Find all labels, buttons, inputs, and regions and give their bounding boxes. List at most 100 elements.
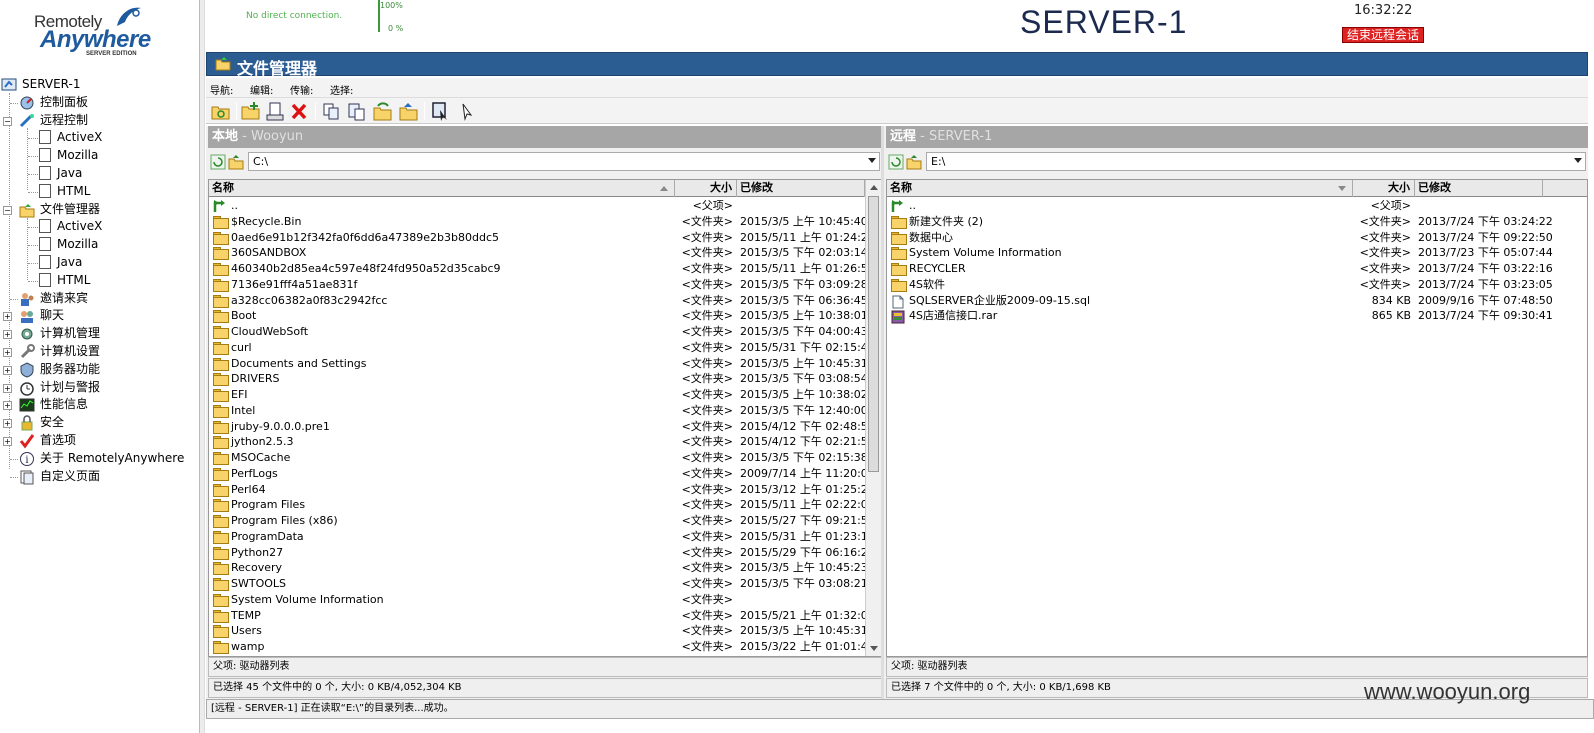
table-row[interactable]: 4S软件 <文件夹> 2013/7/24 下午 03:23:05	[887, 277, 1587, 293]
column-header-modified[interactable]: 已修改	[737, 180, 865, 197]
menu-transfer[interactable]: 传输:	[290, 82, 313, 97]
tree-item-about[interactable]: i 关于 RemotelyAnywhere	[0, 450, 200, 468]
table-row[interactable]: jython2.5.3 <文件夹> 2015/4/12 下午 02:21:55	[209, 434, 881, 450]
table-row[interactable]: 460340b2d85ea4c597e48f24fd950a52d35cabc9…	[209, 261, 881, 277]
table-row[interactable]: System Volume Information <文件夹>	[209, 592, 881, 608]
tree-item-file-java[interactable]: Java	[0, 254, 200, 272]
table-row[interactable]: DRIVERS <文件夹> 2015/3/5 下午 03:08:54	[209, 371, 881, 387]
tree-item-preferences[interactable]: + 首选项	[0, 432, 200, 450]
expand-toggle[interactable]: +	[3, 436, 12, 446]
tree-item-remote-html[interactable]: HTML	[0, 183, 200, 201]
table-row[interactable]: SQLSERVER企业版2009-09-15.sql 834 KB 2009/9/1…	[887, 293, 1587, 309]
table-row[interactable]: 0aed6e91b12f342fa0f6dd6a47389e2b3b80ddc5…	[209, 230, 881, 246]
table-row[interactable]: wamp <文件夹> 2015/3/22 上午 01:01:46	[209, 639, 881, 655]
table-row[interactable]: Python27 <文件夹> 2015/5/29 下午 06:16:26	[209, 545, 881, 561]
select-all-icon[interactable]	[430, 101, 452, 122]
new-folder-icon[interactable]	[240, 101, 262, 122]
table-row[interactable]: Perl64 <文件夹> 2015/3/12 上午 01:25:26	[209, 482, 881, 498]
expand-toggle[interactable]: +	[3, 419, 12, 429]
column-header-size[interactable]: 大小	[675, 180, 737, 197]
table-row[interactable]: SWTOOLS <文件夹> 2015/3/5 下午 03:08:21	[209, 576, 881, 592]
properties-icon[interactable]	[264, 101, 286, 122]
table-row[interactable]: Users <文件夹> 2015/3/5 上午 10:45:31	[209, 623, 881, 639]
table-row[interactable]: ProgramData <文件夹> 2015/5/31 上午 01:23:19	[209, 529, 881, 545]
tree-item-control-panel[interactable]: 控制面板	[0, 94, 200, 112]
tree-item-file-manager[interactable]: − 文件管理器	[0, 201, 200, 219]
tree-item-invite-guest[interactable]: 邀请来宾	[0, 290, 200, 308]
table-row[interactable]: MSOCache <文件夹> 2015/3/5 下午 02:15:38	[209, 450, 881, 466]
tree-item-remote-control[interactable]: − 远程控制	[0, 112, 200, 130]
table-row[interactable]: $Recycle.Bin <文件夹> 2015/3/5 上午 10:45:40	[209, 214, 881, 230]
sidebar-splitter[interactable]	[199, 0, 205, 733]
table-row[interactable]: CloudWebSoft <文件夹> 2015/3/5 下午 04:00:43	[209, 324, 881, 340]
local-path-select[interactable]: C:\	[248, 152, 880, 171]
tree-item-schedule-alarm[interactable]: + 计划与警报	[0, 379, 200, 397]
expand-toggle[interactable]: +	[3, 330, 12, 340]
table-row[interactable]: 4S店通信接口.rar 865 KB 2013/7/24 下午 09:30:41	[887, 308, 1587, 324]
refresh-icon[interactable]	[888, 154, 904, 170]
tree-item-chat[interactable]: + 聊天	[0, 307, 200, 325]
tree-item-computer-settings[interactable]: + 计算机设置	[0, 343, 200, 361]
table-row[interactable]: .. <父项>	[209, 198, 881, 214]
refresh-folder-icon[interactable]	[210, 101, 232, 122]
column-header-name[interactable]: 名称	[887, 180, 1353, 197]
tree-item-server-functions[interactable]: + 服务器功能	[0, 361, 200, 379]
delete-icon[interactable]	[288, 101, 310, 122]
end-session-button[interactable]: 结束远程会话	[1342, 27, 1425, 43]
table-row[interactable]: Boot <文件夹> 2015/3/5 上午 10:38:01	[209, 308, 881, 324]
table-row[interactable]: 新建文件夹 (2) <文件夹> 2013/7/24 下午 03:24:22	[887, 214, 1587, 230]
table-row[interactable]: Program Files (x86) <文件夹> 2015/5/27 下午 09:…	[209, 513, 881, 529]
column-header-modified[interactable]: 已修改	[1415, 180, 1543, 197]
tree-item-custom-page[interactable]: 自定义页面	[0, 468, 200, 486]
local-scrollbar[interactable]	[865, 180, 881, 656]
table-row[interactable]: Program Files <文件夹> 2015/5/11 上午 02:22:09	[209, 497, 881, 513]
scroll-thumb[interactable]	[868, 196, 879, 472]
table-row[interactable]: RECYCLER <文件夹> 2013/7/24 下午 03:22:16	[887, 261, 1587, 277]
transfer-folder-icon[interactable]	[372, 101, 394, 122]
table-row[interactable]: System Volume Information <文件夹> 2013/7/23 …	[887, 245, 1587, 261]
copy-icon[interactable]	[320, 101, 342, 122]
menu-navigate[interactable]: 导航:	[210, 82, 233, 97]
tree-item-computer-management[interactable]: + 计算机管理	[0, 325, 200, 343]
tree-item-remote-mozilla[interactable]: Mozilla	[0, 147, 200, 165]
tree-item-performance[interactable]: + 性能信息	[0, 396, 200, 414]
table-row[interactable]: curl <文件夹> 2015/5/31 下午 02:15:45	[209, 340, 881, 356]
table-row[interactable]: a328cc06382a0f83c2942fcc <文件夹> 2015/3/5 下午…	[209, 293, 881, 309]
expand-toggle[interactable]: +	[3, 347, 12, 357]
menu-edit[interactable]: 编辑:	[250, 82, 273, 97]
scroll-down-icon[interactable]	[870, 646, 878, 651]
tree-item-file-mozilla[interactable]: Mozilla	[0, 236, 200, 254]
expand-toggle[interactable]: +	[3, 401, 12, 411]
select-none-icon[interactable]	[456, 101, 478, 122]
column-header-size[interactable]: 大小	[1353, 180, 1415, 197]
up-folder-icon[interactable]	[906, 154, 922, 170]
table-row[interactable]: Documents and Settings <文件夹> 2015/3/5 上午 1…	[209, 356, 881, 372]
tree-item-file-activex[interactable]: ActiveX	[0, 218, 200, 236]
expand-toggle[interactable]: +	[3, 383, 12, 393]
column-header-name[interactable]: 名称	[209, 180, 675, 197]
move-folder-icon[interactable]	[398, 101, 420, 122]
expand-toggle[interactable]: +	[3, 365, 12, 375]
tree-item-remote-java[interactable]: Java	[0, 165, 200, 183]
table-row[interactable]: 360SANDBOX <文件夹> 2015/3/5 下午 02:03:14	[209, 245, 881, 261]
expand-toggle[interactable]: +	[3, 312, 12, 322]
tree-item-security[interactable]: + 安全	[0, 414, 200, 432]
up-folder-icon[interactable]	[228, 154, 244, 170]
collapse-toggle[interactable]: −	[3, 116, 12, 126]
refresh-icon[interactable]	[210, 154, 226, 170]
paste-icon[interactable]	[346, 101, 368, 122]
scroll-up-icon[interactable]	[870, 185, 878, 190]
table-row[interactable]: 7136e91fff4a51ae831f <文件夹> 2015/3/5 下午 03:…	[209, 277, 881, 293]
table-row[interactable]: TEMP <文件夹> 2015/5/21 上午 01:32:02	[209, 608, 881, 624]
table-row[interactable]: jruby-9.0.0.0.pre1 <文件夹> 2015/4/12 下午 02:4…	[209, 419, 881, 435]
menu-select[interactable]: 选择:	[330, 82, 353, 97]
collapse-toggle[interactable]: −	[3, 205, 12, 215]
tree-item-file-html[interactable]: HTML	[0, 272, 200, 290]
table-row[interactable]: Intel <文件夹> 2015/3/5 下午 12:40:00	[209, 403, 881, 419]
tree-item-server-1[interactable]: SERVER-1	[0, 76, 200, 94]
tree-item-remote-activex[interactable]: ActiveX	[0, 129, 200, 147]
table-row[interactable]: PerfLogs <文件夹> 2009/7/14 上午 11:20:08	[209, 466, 881, 482]
remote-path-select[interactable]: E:\	[926, 152, 1586, 171]
table-row[interactable]: .. <父项>	[887, 198, 1587, 214]
table-row[interactable]: EFI <文件夹> 2015/3/5 上午 10:38:02	[209, 387, 881, 403]
